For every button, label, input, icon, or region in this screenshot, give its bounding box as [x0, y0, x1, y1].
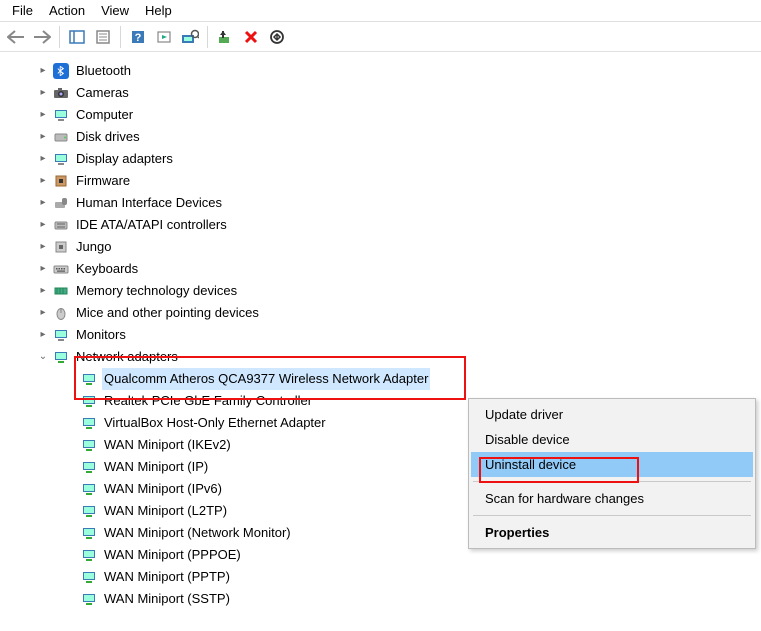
tree-item-hid[interactable]: ▸Human Interface Devices — [14, 192, 761, 214]
display-adapter-icon — [52, 150, 70, 168]
menu-help[interactable]: Help — [139, 3, 182, 18]
network-adapter-icon — [52, 348, 70, 366]
ctx-update-driver[interactable]: Update driver — [471, 402, 753, 427]
tree-label: WAN Miniport (Network Monitor) — [102, 522, 293, 544]
tree-label: Monitors — [74, 324, 128, 346]
tree-item-monitors[interactable]: ▸Monitors — [14, 324, 761, 346]
network-adapter-icon — [80, 392, 98, 410]
network-adapter-icon — [80, 414, 98, 432]
tree-label: Keyboards — [74, 258, 140, 280]
network-adapter-icon — [80, 568, 98, 586]
tree-item-jungo[interactable]: ▸Jungo — [14, 236, 761, 258]
computer-icon — [52, 106, 70, 124]
tree-label: WAN Miniport (SSTP) — [102, 588, 232, 610]
svg-text:?: ? — [135, 32, 142, 44]
network-adapter-icon — [80, 502, 98, 520]
network-adapter-icon — [80, 436, 98, 454]
tree-label: Jungo — [74, 236, 113, 258]
tree-label: Bluetooth — [74, 60, 133, 82]
tree-label: Human Interface Devices — [74, 192, 224, 214]
ctx-scan-hardware[interactable]: Scan for hardware changes — [471, 486, 753, 511]
context-menu: Update driver Disable device Uninstall d… — [468, 398, 756, 549]
tree-label: Firmware — [74, 170, 132, 192]
tree-label: WAN Miniport (IP) — [102, 456, 210, 478]
network-adapter-icon — [80, 370, 98, 388]
back-button[interactable] — [4, 25, 28, 49]
ctx-separator — [473, 481, 751, 482]
tree-item-mice[interactable]: ▸Mice and other pointing devices — [14, 302, 761, 324]
toolbar: ? — [0, 22, 761, 52]
tree-item-keyboards[interactable]: ▸Keyboards — [14, 258, 761, 280]
tree-item-memory-tech[interactable]: ▸Memory technology devices — [14, 280, 761, 302]
menu-action[interactable]: Action — [43, 3, 95, 18]
monitor-icon — [52, 326, 70, 344]
forward-button[interactable] — [30, 25, 54, 49]
tree-item-bluetooth[interactable]: ▸Bluetooth — [14, 60, 761, 82]
jungo-icon — [52, 238, 70, 256]
action-button[interactable] — [152, 25, 176, 49]
ctx-uninstall-device[interactable]: Uninstall device — [471, 452, 753, 477]
menu-view[interactable]: View — [95, 3, 139, 18]
tree-label: Display adapters — [74, 148, 175, 170]
ctx-properties[interactable]: Properties — [471, 520, 753, 545]
tree-label: WAN Miniport (PPTP) — [102, 566, 232, 588]
mouse-icon — [52, 304, 70, 322]
tree-label: Qualcomm Atheros QCA9377 Wireless Networ… — [102, 368, 430, 390]
tree-item-computer[interactable]: ▸Computer — [14, 104, 761, 126]
tree-item-network-adapter[interactable]: ▸WAN Miniport (SSTP) — [14, 588, 761, 610]
camera-icon — [52, 84, 70, 102]
tree-label: Mice and other pointing devices — [74, 302, 261, 324]
tree-label: WAN Miniport (PPPOE) — [102, 544, 243, 566]
tree-label: Disk drives — [74, 126, 142, 148]
keyboard-icon — [52, 260, 70, 278]
tree-label: Computer — [74, 104, 135, 126]
tree-item-network-adapter[interactable]: ▸WAN Miniport (PPTP) — [14, 566, 761, 588]
disable-device-button[interactable] — [265, 25, 289, 49]
network-adapter-icon — [80, 480, 98, 498]
scan-hardware-button[interactable] — [178, 25, 202, 49]
tree-item-firmware[interactable]: ▸Firmware — [14, 170, 761, 192]
tree-label: Realtek PCIe GbE Family Controller — [102, 390, 314, 412]
network-adapter-icon — [80, 458, 98, 476]
properties-button[interactable] — [91, 25, 115, 49]
tree-label: WAN Miniport (IPv6) — [102, 478, 224, 500]
bluetooth-icon — [52, 62, 70, 80]
disk-icon — [52, 128, 70, 146]
menu-file[interactable]: File — [6, 3, 43, 18]
tree-label: IDE ATA/ATAPI controllers — [74, 214, 229, 236]
tree-label: VirtualBox Host-Only Ethernet Adapter — [102, 412, 328, 434]
update-driver-button[interactable] — [213, 25, 237, 49]
tree-item-cameras[interactable]: ▸Cameras — [14, 82, 761, 104]
hid-icon — [52, 194, 70, 212]
tree-item-display-adapters[interactable]: ▸Display adapters — [14, 148, 761, 170]
network-adapter-icon — [80, 546, 98, 564]
firmware-icon — [52, 172, 70, 190]
show-hide-console-tree-button[interactable] — [65, 25, 89, 49]
tree-item-network-adapters[interactable]: ⌄Network adapters — [14, 346, 761, 368]
menu-bar: File Action View Help — [0, 0, 761, 22]
ide-icon — [52, 216, 70, 234]
tree-label: Network adapters — [74, 346, 180, 368]
tree-label: Memory technology devices — [74, 280, 239, 302]
tree-item-disk-drives[interactable]: ▸Disk drives — [14, 126, 761, 148]
tree-label: Cameras — [74, 82, 131, 104]
help-button[interactable]: ? — [126, 25, 150, 49]
tree-label: WAN Miniport (IKEv2) — [102, 434, 233, 456]
tree-item-ide[interactable]: ▸IDE ATA/ATAPI controllers — [14, 214, 761, 236]
ctx-disable-device[interactable]: Disable device — [471, 427, 753, 452]
memory-icon — [52, 282, 70, 300]
network-adapter-icon — [80, 590, 98, 608]
uninstall-device-button[interactable] — [239, 25, 263, 49]
tree-label: WAN Miniport (L2TP) — [102, 500, 229, 522]
network-adapter-icon — [80, 524, 98, 542]
tree-item-network-adapter[interactable]: ▸Qualcomm Atheros QCA9377 Wireless Netwo… — [14, 368, 761, 390]
ctx-separator — [473, 515, 751, 516]
